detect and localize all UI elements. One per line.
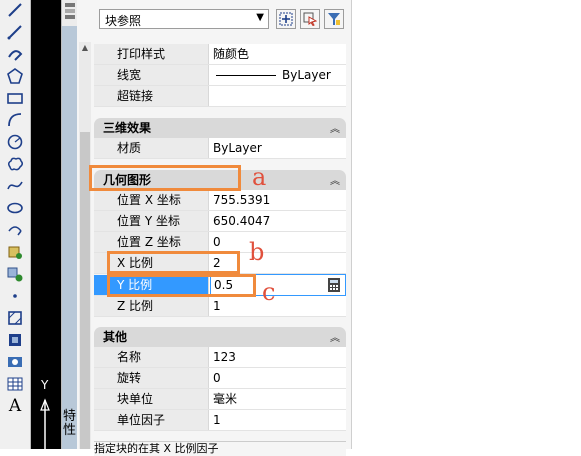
object-type-value: 块参照 [105, 14, 142, 28]
select-objects-button[interactable] [300, 9, 320, 29]
property-name: 旋转 [94, 368, 209, 388]
hatch-icon[interactable] [5, 330, 25, 350]
rectangle-icon[interactable] [5, 88, 25, 108]
polyline-icon[interactable] [5, 22, 25, 42]
quick-select-button[interactable] [324, 9, 344, 29]
collapse-icon[interactable]: ︽ [330, 329, 340, 344]
property-row-block-unit[interactable]: 块单位 毫米 [94, 389, 346, 410]
property-row-scale-z[interactable]: Z 比例 1 [94, 296, 346, 317]
scroll-up-icon[interactable]: ▲ [79, 42, 91, 54]
palette-title: 特性 [63, 409, 77, 438]
ellipse-icon[interactable] [5, 198, 25, 218]
collapse-icon[interactable]: ︽ [330, 120, 340, 135]
properties-topbar: 块参照 ▼ [77, 0, 351, 38]
insert-block-icon[interactable] [5, 264, 25, 284]
property-name: 单位因子 [94, 410, 209, 430]
polyline-icon[interactable] [5, 44, 25, 64]
properties-scrollbar[interactable]: ▲ [79, 42, 91, 449]
insert-block-icon[interactable] [5, 242, 25, 262]
category-3d-effects[interactable]: 三维效果 ︽ [94, 118, 346, 138]
circle-icon[interactable] [5, 132, 25, 152]
draw-toolbar: A [0, 0, 31, 449]
property-row-name[interactable]: 名称 123 [94, 347, 346, 368]
property-name: 位置 Z 坐标 [94, 232, 209, 252]
point-icon[interactable] [5, 286, 25, 306]
property-value[interactable]: 650.4047 [210, 211, 349, 231]
line-icon[interactable] [5, 0, 25, 20]
property-name: 打印样式 [94, 44, 209, 64]
text-icon[interactable]: A [5, 396, 25, 416]
property-name: 名称 [94, 347, 209, 367]
property-name: 材质 [94, 138, 209, 158]
property-value[interactable]: 随颜色 [210, 44, 349, 64]
property-row-position-z[interactable]: 位置 Z 坐标 0 [94, 232, 346, 253]
property-value[interactable]: ByLayer [210, 138, 349, 158]
annotation-letter-a: a [252, 163, 267, 191]
property-value[interactable]: 0 [210, 232, 349, 252]
property-name: 线宽 [94, 65, 209, 85]
table-icon[interactable] [5, 374, 25, 394]
toggle-pickadd-button[interactable] [276, 9, 296, 29]
property-value[interactable]: 0 [210, 368, 349, 388]
arc-icon[interactable] [5, 110, 25, 130]
property-row-position-y[interactable]: 位置 Y 坐标 650.4047 [94, 211, 346, 232]
property-value[interactable]: 毫米 [210, 389, 349, 409]
lineweight-text: ByLayer [282, 68, 331, 82]
annotation-letter-c: c [262, 278, 276, 306]
property-name: 位置 X 坐标 [94, 190, 209, 210]
annotation-box-a [89, 165, 241, 191]
palette-title-strip [62, 26, 78, 449]
properties-palette-tab[interactable]: 特性 [61, 0, 78, 449]
arc-icon[interactable] [5, 220, 25, 240]
ucs-icon: Y [38, 378, 54, 452]
property-value[interactable]: 755.5391 [210, 190, 349, 210]
property-value[interactable]: 123 [210, 347, 349, 367]
property-value-lineweight[interactable]: ByLayer [210, 65, 349, 85]
quick-select-icon [328, 13, 340, 25]
object-type-select[interactable]: 块参照 ▼ [99, 9, 269, 29]
category-title: 其他 [103, 330, 128, 344]
category-other[interactable]: 其他 ︽ [94, 327, 346, 347]
palette-options-icon[interactable] [64, 2, 76, 22]
lineweight-sample [216, 75, 276, 76]
property-row-position-x[interactable]: 位置 X 坐标 755.5391 [94, 190, 346, 211]
annotation-letter-b: b [249, 238, 265, 266]
select-objects-icon [303, 12, 317, 26]
hatch-icon[interactable] [5, 308, 25, 328]
property-value[interactable]: 1 [210, 410, 349, 430]
property-row-rotation[interactable]: 旋转 0 [94, 368, 346, 389]
property-row-lineweight[interactable]: 线宽 ByLayer [94, 65, 346, 86]
category-title: 三维效果 [103, 121, 152, 135]
property-value[interactable] [210, 86, 349, 106]
calculator-icon[interactable] [326, 277, 342, 293]
revcloud-icon[interactable] [5, 154, 25, 174]
hatch-icon[interactable] [5, 352, 25, 372]
toggle-pickadd-icon [279, 12, 293, 26]
collapse-icon[interactable]: ︽ [330, 172, 340, 187]
property-row-unit-factor[interactable]: 单位因子 1 [94, 410, 346, 431]
property-value[interactable]: 1 [210, 296, 349, 316]
property-name: 位置 Y 坐标 [94, 211, 209, 231]
spline-icon[interactable] [5, 176, 25, 196]
annotation-box-b [107, 251, 240, 274]
chevron-down-icon: ▼ [256, 12, 264, 23]
property-name: 超链接 [94, 86, 209, 106]
property-name: 块单位 [94, 389, 209, 409]
annotation-box-c [107, 274, 256, 297]
empty-workspace [351, 0, 581, 449]
polygon-icon[interactable] [5, 66, 25, 86]
property-name: Z 比例 [94, 296, 209, 316]
ucs-axis-label: Y [41, 378, 49, 392]
property-row-material[interactable]: 材质 ByLayer [94, 138, 346, 159]
property-row-plot-style[interactable]: 打印样式 随颜色 [94, 44, 346, 65]
property-row-hyperlink[interactable]: 超链接 [94, 86, 346, 107]
properties-panel: 块参照 ▼ ▲ 打印样式 随颜色 线宽 ByLayer 超链接 三维效果 ︽ 材… [77, 0, 351, 456]
